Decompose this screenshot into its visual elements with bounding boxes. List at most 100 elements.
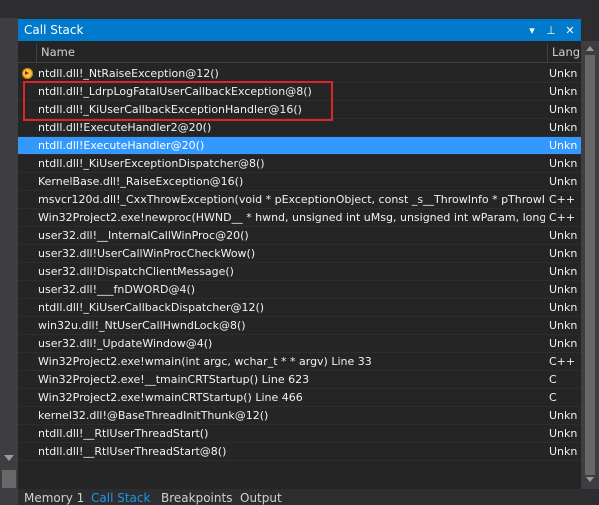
frame-language: Unkn [549,157,578,170]
row-gutter [18,191,36,208]
column-header-name[interactable]: Name [36,43,547,62]
frame-name: user32.dll!DispatchClientMessage() [38,265,234,278]
call-stack-row[interactable]: KernelBase.dll!_RaiseException@16() Unkn [18,173,581,191]
frame-name: Win32Project2.exe!newproc(HWND__ * hwnd,… [38,211,545,224]
frame-name: ntdll.dll!ExecuteHandler@20() [38,139,205,152]
call-stack-row[interactable]: msvcr120d.dll!_CxxThrowException(void * … [18,191,581,209]
frame-name: Win32Project2.exe!wmain(int argc, wchar_… [38,355,372,368]
row-gutter [18,209,36,226]
row-gutter [18,353,36,370]
frame-name: ntdll.dll!_NtRaiseException@12() [38,67,219,80]
call-stack-row[interactable]: Win32Project2.exe!__tmainCRTStartup() Li… [18,371,581,389]
call-stack-row[interactable]: user32.dll!UserCallWinProcCheckWow() Unkn [18,245,581,263]
row-gutter [18,443,36,460]
scroll-up-arrow-icon[interactable] [586,46,594,51]
row-gutter [18,245,36,262]
frame-language: Unkn [549,265,578,278]
frame-name: ntdll.dll!_LdrpLogFatalUserCallbackExcep… [38,85,312,98]
tab-breakpoints[interactable]: Breakpoints [161,491,232,505]
call-stack-row[interactable]: user32.dll!DispatchClientMessage() Unkn [18,263,581,281]
frame-name: Win32Project2.exe!__tmainCRTStartup() Li… [38,373,310,386]
frame-language: Unkn [549,139,578,152]
frame-name: user32.dll!__InternalCallWinProc@20() [38,229,249,242]
column-header-language[interactable]: Lang [547,43,581,62]
call-stack-title-bar: Call Stack ▾ ⊥ ✕ [18,19,581,41]
call-stack-row[interactable]: ntdll.dll!__RtlUserThreadStart@8() Unkn [18,443,581,461]
row-gutter [18,263,36,280]
frame-language: C++ [549,193,576,206]
frame-language: Unkn [549,301,578,314]
call-stack-row[interactable]: Win32Project2.exe!wmain(int argc, wchar_… [18,353,581,371]
call-stack-row[interactable]: user32.dll!__InternalCallWinProc@20() Unk… [18,227,581,245]
frame-name: ntdll.dll!_KiUserCallbackExceptionHandle… [38,103,302,116]
vertical-scrollbar-thumb[interactable] [585,55,595,475]
frame-name: win32u.dll!_NtUserCallHwndLock@8() [38,319,246,332]
call-stack-row[interactable]: ntdll.dll!_KiUserExceptionDispatcher@8()… [18,155,581,173]
bottom-tab-bar: Memory 1 Call Stack Breakpoints Output [18,489,599,505]
frame-language: Unkn [549,121,578,134]
scroll-down-arrow-icon[interactable] [4,455,14,461]
left-panel-strip [0,0,18,505]
left-scrollbar-thumb[interactable] [2,470,16,488]
frame-language: Unkn [549,229,578,242]
frame-language: Unkn [549,445,578,458]
frame-name: ntdll.dll!__RtlUserThreadStart() [38,427,209,440]
frame-language: Unkn [549,247,578,260]
call-stack-row[interactable]: user32.dll!___fnDWORD@4() Unkn [18,281,581,299]
frame-language: Unkn [549,175,578,188]
frame-language: C++ [549,355,576,368]
frame-language: C [549,391,557,404]
frame-name: KernelBase.dll!_RaiseException@16() [38,175,244,188]
row-gutter [18,83,36,100]
vertical-scrollbar[interactable] [581,41,599,489]
tab-call-stack[interactable]: Call Stack [91,491,150,505]
call-stack-row[interactable]: user32.dll!_UpdateWindow@4() Unkn [18,335,581,353]
frame-name: user32.dll!___fnDWORD@4() [38,283,196,296]
row-gutter [18,137,36,154]
frame-language: Unkn [549,67,578,80]
row-gutter [18,65,36,82]
frame-language: C [549,373,557,386]
row-gutter [18,155,36,172]
close-icon[interactable]: ✕ [562,22,578,38]
call-stack-row[interactable]: ntdll.dll!__RtlUserThreadStart() Unkn [18,425,581,443]
row-gutter [18,335,36,352]
frame-language: Unkn [549,283,578,296]
call-stack-row[interactable]: ntdll.dll!_LdrpLogFatalUserCallbackExcep… [18,83,581,101]
window-title: Call Stack [24,23,84,37]
row-gutter [18,425,36,442]
current-frame-arrow-icon [22,68,33,79]
frame-name: msvcr120d.dll!_CxxThrowException(void * … [38,193,545,206]
frame-name: user32.dll!UserCallWinProcCheckWow() [38,247,256,260]
call-stack-row[interactable]: Win32Project2.exe!newproc(HWND__ * hwnd,… [18,209,581,227]
row-gutter [18,227,36,244]
tab-memory-1[interactable]: Memory 1 [24,491,84,505]
tab-output[interactable]: Output [240,491,282,505]
call-stack-row[interactable]: ntdll.dll!_NtRaiseException@12() Unkn [18,65,581,83]
call-stack-row[interactable]: Win32Project2.exe!wmainCRTStartup() Line… [18,389,581,407]
call-stack-row[interactable]: win32u.dll!_NtUserCallHwndLock@8() Unkn [18,317,581,335]
frame-language: Unkn [549,85,578,98]
window-dropdown-icon[interactable]: ▾ [524,22,540,38]
call-stack-row[interactable]: ntdll.dll!_KiUserCallbackExceptionHandle… [18,101,581,119]
grid-header: Name Lang [18,43,581,63]
row-gutter [18,299,36,316]
call-stack-row[interactable]: ntdll.dll!ExecuteHandler@20() Unkn [18,137,581,155]
row-gutter [18,407,36,424]
call-stack-row[interactable]: kernel32.dll!@BaseThreadInitThunk@12() Un… [18,407,581,425]
row-gutter [18,119,36,136]
frame-language: Unkn [549,337,578,350]
scroll-down-arrow-icon[interactable] [586,477,594,482]
row-gutter [18,371,36,388]
frame-language: Unkn [549,103,578,116]
frame-name: user32.dll!_UpdateWindow@4() [38,337,213,350]
call-stack-rows: ntdll.dll!_NtRaiseException@12() Unkn ntdl… [18,65,581,461]
frame-name: ntdll.dll!_KiUserExceptionDispatcher@8() [38,157,265,170]
row-gutter [18,317,36,334]
pin-icon[interactable]: ⊥ [543,22,559,38]
frame-name: ntdll.dll!_KiUserCallbackDispatcher@12() [38,301,265,314]
frame-name: ntdll.dll!ExecuteHandler2@20() [38,121,212,134]
call-stack-row[interactable]: ntdll.dll!_KiUserCallbackDispatcher@12()… [18,299,581,317]
frame-language: Unkn [549,319,578,332]
call-stack-row[interactable]: ntdll.dll!ExecuteHandler2@20() Unkn [18,119,581,137]
